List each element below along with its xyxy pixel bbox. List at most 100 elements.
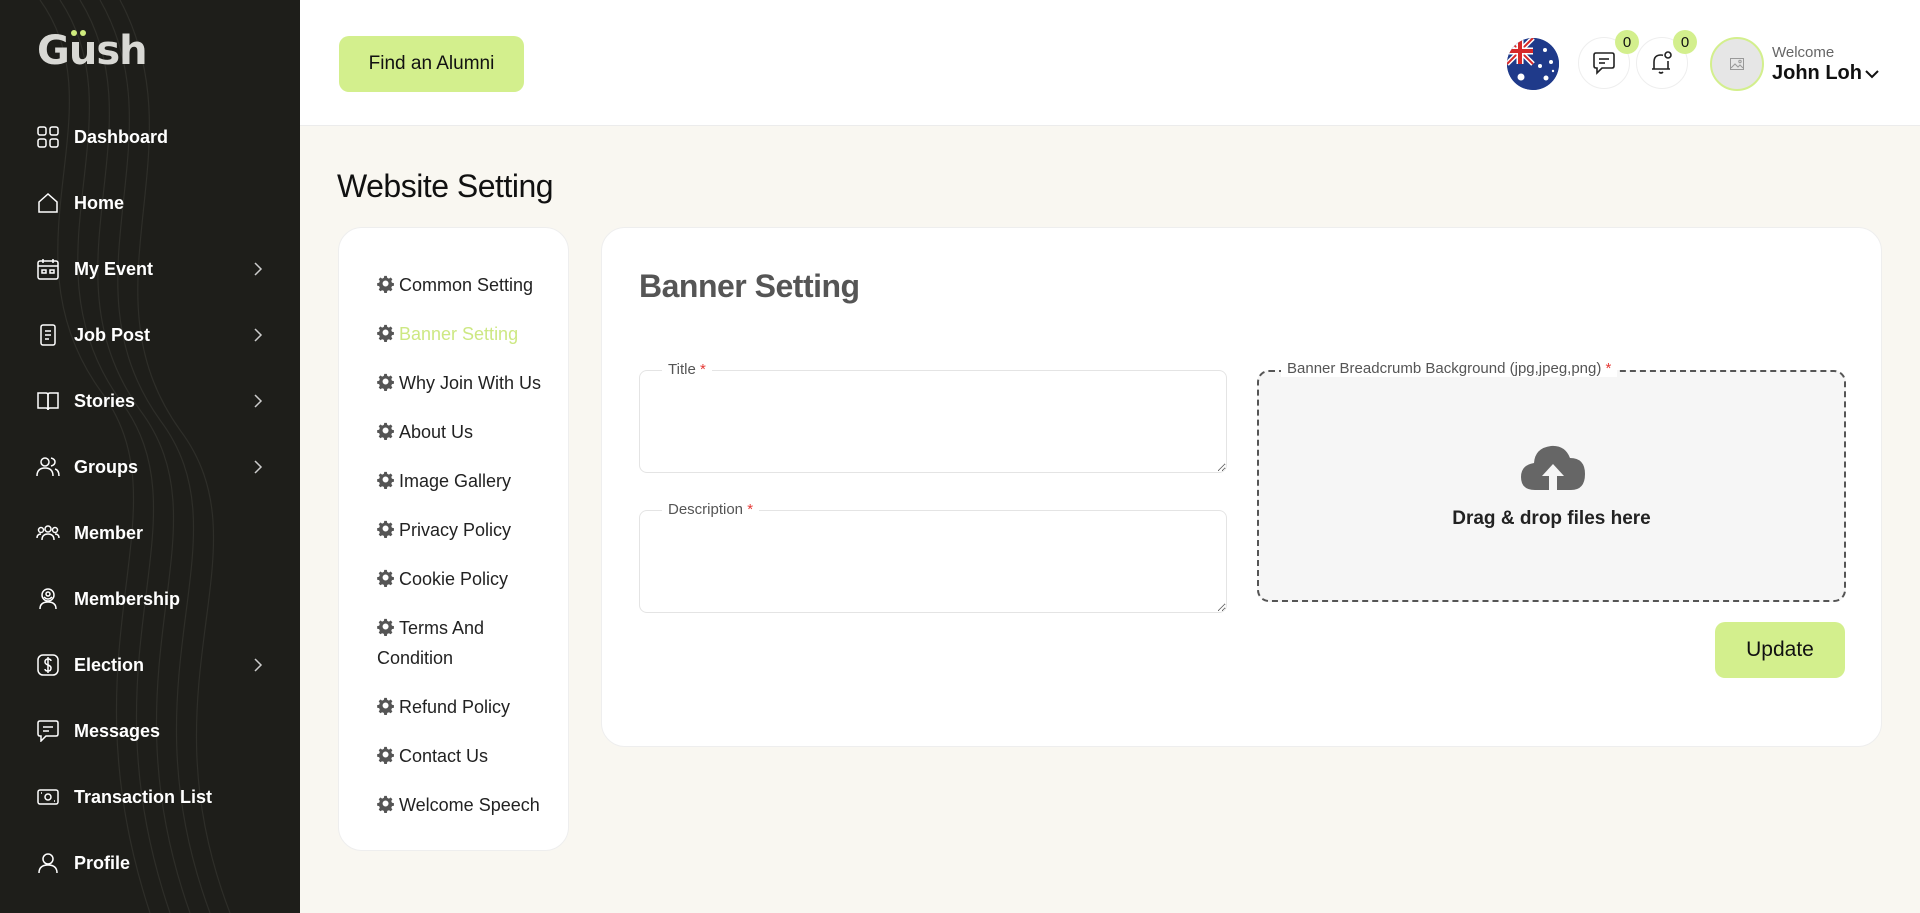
- chat-icon: [36, 719, 60, 743]
- required-mark: *: [747, 501, 754, 518]
- settings-menu-banner-setting[interactable]: Banner Setting: [339, 319, 568, 349]
- title-input[interactable]: [640, 371, 1226, 472]
- sidebar-item-job-post[interactable]: Job Post: [0, 302, 300, 368]
- chevron-right-icon: [254, 262, 263, 276]
- sidebar-item-profile[interactable]: Profile: [0, 830, 300, 896]
- sidebar: Gu sh Dashboard Home My Event Job Post S…: [0, 0, 300, 913]
- settings-menu-privacy-policy[interactable]: Privacy Policy: [339, 515, 568, 545]
- required-mark: *: [1605, 360, 1612, 377]
- bell-icon: [1652, 51, 1672, 74]
- update-button[interactable]: Update: [1715, 622, 1845, 678]
- chevron-right-icon: [254, 658, 263, 672]
- settings-menu-label: About Us: [399, 422, 474, 442]
- sidebar-item-election[interactable]: Election: [0, 632, 300, 698]
- gear-icon: [377, 795, 394, 813]
- sidebar-item-stories[interactable]: Stories: [0, 368, 300, 434]
- calendar-icon: [36, 257, 60, 281]
- settings-menu-welcome-speech[interactable]: Welcome Speech: [339, 790, 568, 820]
- description-field-label: Description *: [662, 501, 760, 518]
- users-icon: [36, 455, 60, 479]
- settings-menu-label: Welcome Speech: [399, 795, 540, 815]
- gear-icon: [377, 697, 394, 715]
- settings-menu: Common Setting Banner Setting Why Join W…: [338, 227, 569, 851]
- user-icon: [36, 851, 60, 875]
- avatar[interactable]: [1710, 37, 1764, 91]
- settings-menu-common-setting[interactable]: Common Setting: [339, 270, 568, 300]
- gear-icon: [377, 746, 394, 764]
- settings-menu-label: Privacy Policy: [399, 520, 512, 540]
- sidebar-item-label: Profile: [74, 852, 131, 873]
- sidebar-item-label: Transaction List: [74, 786, 213, 807]
- grid-icon: [36, 125, 60, 149]
- home-icon: [36, 191, 60, 215]
- gear-icon: [377, 324, 394, 342]
- sidebar-item-label: Groups: [74, 456, 139, 477]
- required-mark: *: [699, 361, 706, 378]
- user-name[interactable]: John Loh: [1772, 62, 1862, 85]
- title-label-text: Title: [668, 361, 696, 378]
- app-logo[interactable]: Gu sh: [37, 28, 148, 74]
- page-title: Website Setting: [337, 168, 554, 204]
- cloud-upload-icon: [1521, 445, 1585, 490]
- settings-menu-why-join-with-us[interactable]: Why Join With Us: [339, 368, 568, 398]
- description-input[interactable]: [640, 511, 1226, 612]
- notifications-button[interactable]: 0: [1636, 30, 1697, 89]
- title-field: Title *: [639, 361, 1227, 473]
- messages-button[interactable]: 0: [1578, 30, 1639, 89]
- sidebar-item-label: Home: [74, 192, 125, 213]
- dollar-icon: [36, 653, 60, 677]
- description-label-text: Description: [668, 501, 744, 518]
- panel-title: Banner Setting: [639, 268, 860, 304]
- sidebar-item-messages[interactable]: Messages: [0, 698, 300, 764]
- find-alumni-button[interactable]: Find an Alumni: [339, 36, 524, 92]
- dropzone-label: Banner Breadcrumb Background (jpg,jpeg,p…: [1281, 360, 1618, 377]
- settings-menu-cookie-policy[interactable]: Cookie Policy: [339, 564, 568, 594]
- members-icon: [36, 521, 60, 545]
- notifications-count-badge: 0: [1673, 30, 1697, 54]
- sidebar-item-dashboard[interactable]: Dashboard: [0, 104, 300, 170]
- dropzone-hint: Drag & drop files here: [1452, 508, 1651, 529]
- settings-menu-label: Banner Setting: [399, 324, 519, 344]
- gear-icon: [377, 471, 394, 489]
- sidebar-item-my-event[interactable]: My Event: [0, 236, 300, 302]
- sidebar-item-membership[interactable]: Membership: [0, 566, 300, 632]
- welcome-text: Welcome: [1772, 44, 1835, 61]
- settings-menu-label: Common Setting: [399, 275, 534, 295]
- sidebar-item-transaction-list[interactable]: Transaction List: [0, 764, 300, 830]
- settings-menu-refund-policy[interactable]: Refund Policy: [339, 692, 568, 722]
- sidebar-item-label: Member: [74, 522, 144, 543]
- sidebar-item-label: Election: [74, 654, 145, 675]
- settings-menu-label: Refund Policy: [399, 697, 511, 717]
- cash-icon: [36, 785, 60, 809]
- gear-icon: [377, 569, 394, 587]
- settings-menu-about-us[interactable]: About Us: [339, 417, 568, 447]
- top-header: Find an Alumni 0 0 Welcome John Loh: [300, 0, 1920, 126]
- gear-icon: [377, 422, 394, 440]
- messages-count-badge: 0: [1615, 30, 1639, 54]
- sidebar-item-member[interactable]: Member: [0, 500, 300, 566]
- gear-icon: [377, 275, 394, 293]
- badge-icon: [36, 587, 60, 611]
- sidebar-item-label: Messages: [74, 720, 161, 741]
- sidebar-item-label: My Event: [74, 258, 154, 279]
- settings-menu-label: Image Gallery: [399, 471, 512, 491]
- settings-menu-terms-and-condition[interactable]: Terms And Condition: [339, 613, 568, 673]
- sidebar-item-groups[interactable]: Groups: [0, 434, 300, 500]
- chevron-down-icon[interactable]: [1862, 64, 1882, 84]
- settings-menu-image-gallery[interactable]: Image Gallery: [339, 466, 568, 496]
- settings-menu-contact-us[interactable]: Contact Us: [339, 741, 568, 771]
- title-field-label: Title *: [662, 361, 712, 378]
- book-icon: [36, 389, 60, 413]
- image-placeholder-icon: [1730, 58, 1744, 70]
- description-field: Description *: [639, 501, 1227, 613]
- settings-menu-label: Why Join With Us: [399, 373, 542, 393]
- gear-icon: [377, 373, 394, 391]
- sidebar-item-home[interactable]: Home: [0, 170, 300, 236]
- gear-icon: [377, 520, 394, 538]
- banner-background-dropzone[interactable]: Banner Breadcrumb Background (jpg,jpeg,p…: [1257, 360, 1846, 602]
- gear-icon: [377, 618, 394, 636]
- australia-flag-icon[interactable]: [1507, 38, 1559, 90]
- settings-menu-label: Cookie Policy: [399, 569, 509, 589]
- chevron-right-icon: [254, 394, 263, 408]
- sidebar-item-label: Job Post: [74, 324, 151, 345]
